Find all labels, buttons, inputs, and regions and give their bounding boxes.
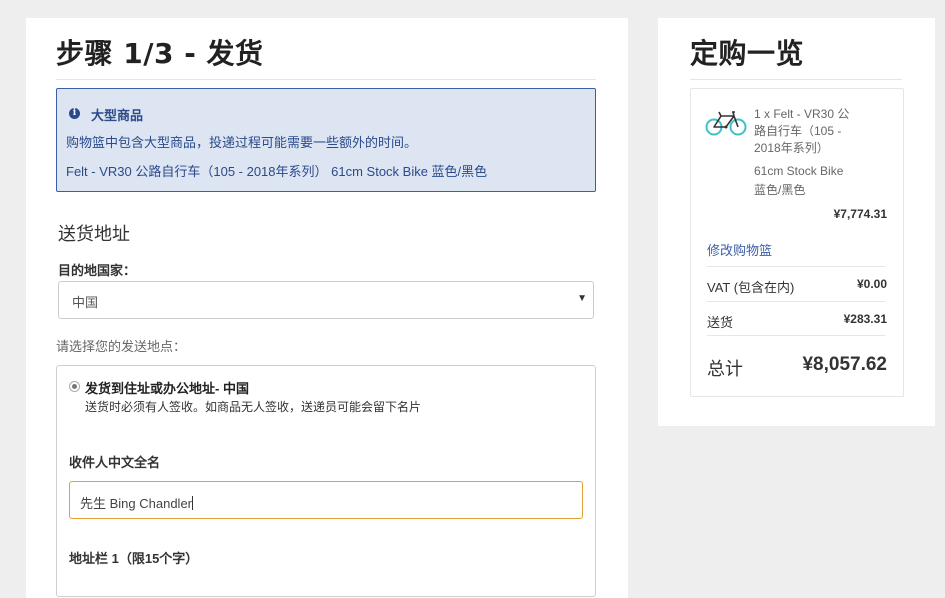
summary-box: 1 x Felt - VR30 公 路自行车（105 - 2018年系列） 61… [690,88,904,397]
summary-item-variant-2: 蓝色/黑色 [754,183,806,197]
large-item-notice: i 大型商品 购物篮中包含大型商品，投递过程可能需要一些额外的时间。 Felt … [56,88,596,192]
summary-sep [707,301,885,302]
summary-title: 定购一览 [690,37,805,70]
ship-home-radio[interactable] [69,381,80,392]
shipping-address-title: 送货地址 [58,224,130,244]
shipping-value: ¥283.31 [843,312,887,326]
summary-sep [707,266,885,267]
summary-item-name-3: 2018年系列） [754,141,829,155]
vat-value: ¥0.00 [856,277,887,291]
title-divider [56,79,596,80]
ship-location-prompt: 请选择您的发送地点： [56,339,187,354]
country-label: 目的地国家： [58,263,137,278]
edit-basket-link[interactable]: 修改购物篮 [707,240,772,259]
notice-item: Felt - VR30 公路自行车（105 - 2018年系列） 61cm St… [66,164,488,179]
notice-title: 大型商品 [91,108,144,123]
vat-label: VAT (包含在内) [707,280,795,295]
caret-down-icon: ▼ [577,293,587,304]
summary-item-name-1: 1 x Felt - VR30 公 [754,107,850,121]
bicycle-icon [705,111,747,136]
total-value: ¥8,057.62 [802,354,887,375]
recipient-name-input[interactable]: 先生 Bing Chandler [69,481,583,519]
summary-item-price: ¥7,774.31 [833,207,887,221]
ship-option-desc: 送货时必须有人签收。如商品无人签收，送递员可能会留下名片 [85,400,422,414]
summary-sep [707,335,885,336]
address-line1-label: 地址栏 1（限15个字） [69,551,199,566]
summary-item-variant-1: 61cm Stock Bike [754,164,844,178]
country-select[interactable]: 中国 ▼ [58,281,594,319]
shipping-option-box: 发货到住址或办公地址- 中国 送货时必须有人签收。如商品无人签收，送递员可能会留… [56,365,596,597]
total-label: 总计 [707,359,743,379]
summary-divider [690,79,902,80]
text-cursor [192,496,193,510]
summary-item-name-2: 路自行车（105 - [754,124,842,138]
country-select-value: 中国 [72,295,99,310]
recipient-name-label: 收件人中文全名 [69,455,161,470]
info-circle-icon: i [69,108,80,119]
recipient-name-value: 先生 Bing Chandler [80,496,192,511]
ship-option-title[interactable]: 发货到住址或办公地址- 中国 [85,378,249,397]
page-title: 步骤 1/3 - 发货 [56,37,264,70]
notice-message: 购物篮中包含大型商品，投递过程可能需要一些额外的时间。 [66,135,418,150]
shipping-label: 送货 [707,315,734,330]
